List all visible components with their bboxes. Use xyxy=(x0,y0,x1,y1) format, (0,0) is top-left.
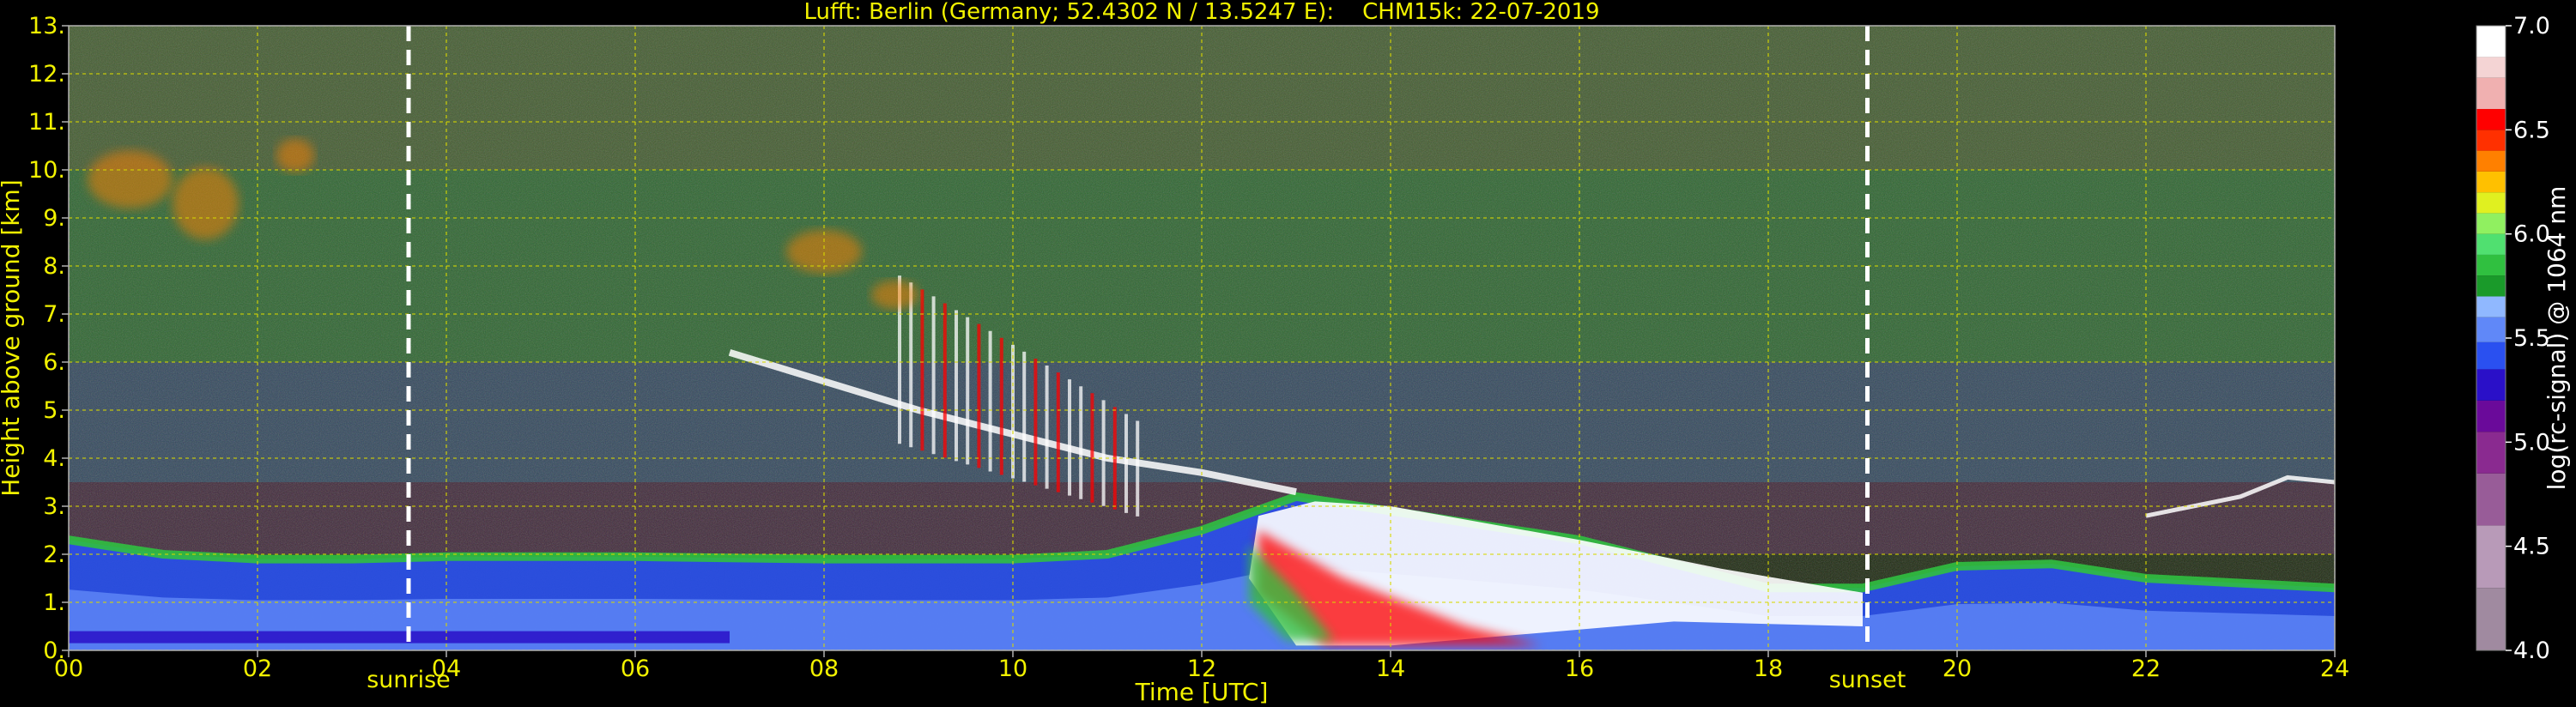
y-tick-label: 3. xyxy=(43,493,65,520)
colorbar-band xyxy=(2476,130,2506,151)
colorbar-band xyxy=(2476,150,2506,172)
y-tick-label: 13. xyxy=(28,13,65,39)
y-tick-label: 0. xyxy=(43,638,65,664)
colorbar-band xyxy=(2476,233,2506,255)
colorbar-tick-label: 7.0 xyxy=(2513,13,2550,39)
y-axis: 0. 1. 2. 3. 4. 5. 6. 7. 8. 9. 10. 11. 12. 13. xyxy=(28,13,69,664)
x-tick-label: 16 xyxy=(1565,656,1594,682)
y-tick-label: 6. xyxy=(43,349,65,376)
cirrus-patch xyxy=(276,138,314,172)
x-tick-label: 06 xyxy=(621,656,650,682)
plot-area xyxy=(69,26,2335,650)
chart-title: Lufft: Berlin (Germany; 52.4302 N / 13.5… xyxy=(803,0,1599,25)
colorbar-band xyxy=(2476,296,2506,317)
x-tick-label: 10 xyxy=(998,656,1027,682)
colorbar-band xyxy=(2476,588,2506,650)
colorbar-tick-label: 6.5 xyxy=(2513,117,2550,143)
cirrus-patch xyxy=(871,280,918,310)
colorbar-band xyxy=(2476,26,2506,57)
x-tick-label: 22 xyxy=(2131,656,2161,682)
x-tick-label: 14 xyxy=(1376,656,1405,682)
y-tick-label: 9. xyxy=(43,205,65,232)
marker-label-sunrise: sunrise xyxy=(367,667,451,693)
colorbar-band xyxy=(2476,57,2506,78)
y-tick-label: 11. xyxy=(28,109,65,136)
marker-label-sunset: sunset xyxy=(1829,667,1906,693)
y-tick-label: 10. xyxy=(28,157,65,184)
y-tick-label: 8. xyxy=(43,253,65,280)
colorbar-band xyxy=(2476,192,2506,214)
colorbar-band xyxy=(2476,400,2506,432)
colorbar-label: log(rc-signal) @ 1064 nm xyxy=(2543,186,2571,491)
y-tick-label: 5. xyxy=(43,397,65,424)
y-tick-label: 2. xyxy=(43,541,65,568)
y-axis-label: Height above ground [km] xyxy=(0,179,25,497)
colorbar-band xyxy=(2476,432,2506,474)
cirrus-patch xyxy=(173,167,239,240)
colorbar-band xyxy=(2476,171,2506,193)
x-tick-label: 08 xyxy=(809,656,839,682)
y-tick-label: 12. xyxy=(28,61,65,88)
x-tick-label: 20 xyxy=(1943,656,1972,682)
x-tick-label: 02 xyxy=(243,656,272,682)
colorbar-band xyxy=(2476,369,2506,401)
colorbar-band xyxy=(2476,317,2506,342)
x-tick-label: 18 xyxy=(1754,656,1783,682)
near-ground-layer xyxy=(69,631,730,644)
x-axis-label: Time [UTC] xyxy=(1135,678,1269,706)
colorbar-band xyxy=(2476,77,2506,110)
y-tick-label: 7. xyxy=(43,301,65,328)
y-tick-label: 4. xyxy=(43,445,65,472)
cirrus-patch xyxy=(88,150,173,208)
colorbar-band xyxy=(2476,275,2506,297)
colorbar-band xyxy=(2476,109,2506,130)
colorbar-band xyxy=(2476,341,2506,370)
x-tick-label: 24 xyxy=(2320,656,2349,682)
colorbar-band xyxy=(2476,525,2506,589)
colorbar: 4.04.55.05.56.06.57.0 xyxy=(2476,13,2550,664)
colorbar-band xyxy=(2476,254,2506,276)
colorbar-tick-label: 4.0 xyxy=(2513,638,2550,664)
colorbar-band xyxy=(2476,473,2506,526)
colorbar-band xyxy=(2476,213,2506,234)
y-tick-label: 1. xyxy=(43,589,65,616)
ceilometer-figure: Lufft: Berlin (Germany; 52.4302 N / 13.5… xyxy=(0,0,2571,706)
colorbar-tick-label: 4.5 xyxy=(2513,534,2550,560)
